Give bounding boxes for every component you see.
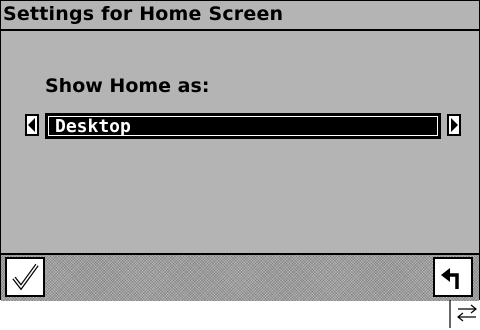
bottom-toolbar bbox=[1, 253, 479, 301]
left-arrow-icon bbox=[28, 118, 35, 132]
next-option-button[interactable] bbox=[447, 114, 461, 136]
ok-button[interactable] bbox=[5, 257, 45, 297]
back-arrow-icon bbox=[441, 268, 459, 289]
page-title: Settings for Home Screen bbox=[3, 3, 284, 25]
selected-value: Desktop bbox=[55, 116, 131, 137]
prev-option-button[interactable] bbox=[25, 114, 39, 136]
back-button[interactable] bbox=[433, 257, 473, 297]
title-bar: Settings for Home Screen bbox=[1, 1, 479, 31]
show-home-label: Show Home as: bbox=[45, 75, 210, 97]
swap-arrows-icon[interactable] bbox=[448, 300, 478, 328]
checkmark-icon bbox=[12, 263, 39, 291]
right-arrow-icon bbox=[451, 118, 458, 132]
home-view-selector[interactable]: Desktop bbox=[45, 113, 441, 139]
settings-screen: Settings for Home Screen Show Home as: D… bbox=[0, 0, 480, 301]
